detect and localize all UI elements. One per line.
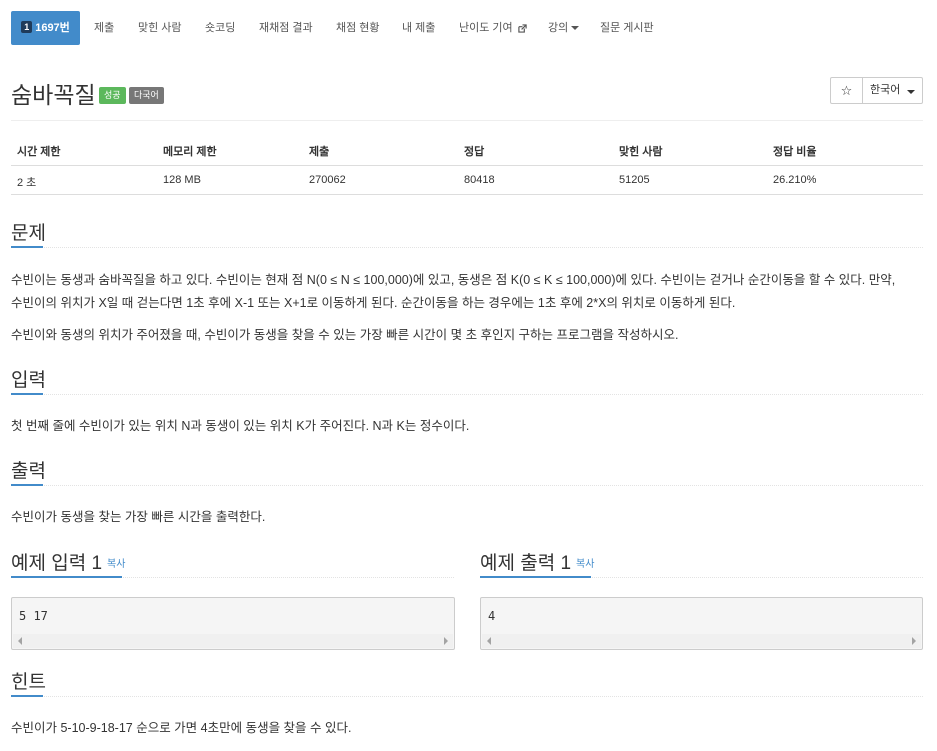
table-cell-accept-ratio: 26.210% bbox=[773, 174, 817, 186]
table-header-divider bbox=[11, 165, 923, 166]
problem-text-line-1: 수빈이는 동생과 숨바꼭질을 하고 있다. 수빈이는 현재 점 N(0 ≤ N … bbox=[11, 273, 896, 287]
top-nav: 1 1697번 제출 맞힌 사람 숏코딩 재채점 결과 채점 현황 내 제출 난이… bbox=[0, 0, 937, 56]
nav-problem-number[interactable]: 1 1697번 bbox=[11, 11, 80, 45]
section-underline bbox=[480, 576, 591, 578]
hint-heading: 힌트 bbox=[11, 672, 46, 693]
section-divider bbox=[11, 247, 923, 248]
sample-input-title: 예제 입력 1 bbox=[11, 553, 103, 574]
problem-number-label: 1697번 bbox=[35, 22, 70, 34]
page-title: 숨바꼭질 bbox=[11, 82, 96, 108]
nav-submit[interactable]: 제출 bbox=[94, 11, 114, 45]
nav-difficulty-contribution[interactable]: 난이도 기여 bbox=[459, 11, 527, 45]
section-divider bbox=[11, 485, 923, 486]
output-description: 수빈이가 동생을 찾는 가장 빠른 시간을 출력한다. bbox=[11, 510, 266, 524]
nav-short-coding[interactable]: 숏코딩 bbox=[205, 11, 235, 45]
chevron-down-icon bbox=[571, 26, 580, 31]
sample-input-box[interactable]: 5 17 bbox=[11, 597, 455, 650]
problem-heading: 문제 bbox=[11, 223, 46, 244]
table-header-accepted: 정답 bbox=[464, 146, 485, 158]
nav-qna-board[interactable]: 질문 게시판 bbox=[600, 11, 654, 45]
nav-status[interactable]: 채점 현황 bbox=[336, 11, 380, 45]
nav-rejudge-results[interactable]: 재채점 결과 bbox=[259, 11, 313, 45]
table-header-solved-users: 맞힌 사람 bbox=[619, 146, 663, 158]
table-cell-time-limit: 2 초 bbox=[17, 177, 37, 189]
language-select-value: 한국어 bbox=[870, 84, 901, 96]
sample-input-heading: 예제 입력 1 복사 bbox=[11, 548, 125, 576]
section-underline bbox=[11, 695, 43, 697]
input-heading: 입력 bbox=[11, 370, 46, 391]
table-header-accept-ratio: 정답 비율 bbox=[773, 146, 817, 158]
title-divider bbox=[11, 120, 923, 121]
hint-text: 수빈이가 5-10-9-18-17 순으로 가면 4초만에 동생을 찾을 수 있… bbox=[11, 721, 352, 735]
problem-text-line-3: 수빈이와 동생의 위치가 주어졌을 때, 수빈이가 동생을 찾을 수 있는 가장… bbox=[11, 328, 679, 342]
nav-difficulty-label: 난이도 기여 bbox=[459, 22, 513, 34]
sample-input-value: 5 17 bbox=[19, 609, 48, 623]
favorite-star-button[interactable]: ☆ bbox=[830, 77, 863, 104]
sample-output-title: 예제 출력 1 bbox=[480, 553, 572, 574]
status-badge-success: 성공 bbox=[99, 87, 126, 104]
sample-output-value: 4 bbox=[488, 609, 496, 623]
table-cell-memory-limit: 128 MB bbox=[163, 174, 201, 186]
horizontal-scrollbar[interactable] bbox=[482, 634, 921, 648]
nav-accepted-users[interactable]: 맞힌 사람 bbox=[138, 11, 182, 45]
section-underline bbox=[11, 246, 43, 248]
table-cell-accepted: 80418 bbox=[464, 174, 495, 186]
nav-lectures-dropdown[interactable]: 강의 bbox=[548, 11, 580, 45]
section-underline bbox=[11, 393, 43, 395]
output-heading: 출력 bbox=[11, 461, 46, 482]
problem-level-icon: 1 bbox=[21, 21, 33, 34]
input-description: 첫 번째 줄에 수빈이가 있는 위치 N과 동생이 있는 위치 K가 주어진다.… bbox=[11, 419, 470, 433]
section-divider bbox=[11, 696, 923, 697]
scroll-left-icon[interactable] bbox=[487, 637, 491, 645]
sample-output-box[interactable]: 4 bbox=[480, 597, 923, 650]
scroll-right-icon[interactable] bbox=[444, 637, 448, 645]
copy-sample-input-button[interactable]: 복사 bbox=[107, 559, 125, 570]
copy-sample-output-button[interactable]: 복사 bbox=[576, 559, 594, 570]
table-cell-submissions: 270062 bbox=[309, 174, 346, 186]
external-link-icon bbox=[518, 23, 527, 33]
horizontal-scrollbar[interactable] bbox=[13, 634, 453, 648]
section-underline bbox=[11, 576, 122, 578]
section-divider bbox=[11, 394, 923, 395]
chevron-down-icon bbox=[907, 90, 915, 94]
table-bottom-divider bbox=[11, 194, 923, 195]
table-header-time-limit: 시간 제한 bbox=[17, 146, 61, 158]
table-cell-solved-users: 51205 bbox=[619, 174, 650, 186]
language-select-button[interactable]: 한국어 bbox=[862, 77, 923, 104]
status-badge-multilingual: 다국어 bbox=[129, 87, 164, 104]
section-underline bbox=[11, 484, 43, 486]
table-header-submissions: 제출 bbox=[309, 146, 330, 158]
problem-text-line-2: 수빈이의 위치가 X일 때 걷는다면 1초 후에 X-1 또는 X+1로 이동하… bbox=[11, 296, 736, 310]
scroll-left-icon[interactable] bbox=[18, 637, 22, 645]
nav-lectures-label: 강의 bbox=[548, 22, 569, 34]
sample-output-heading: 예제 출력 1 복사 bbox=[480, 548, 594, 576]
star-icon: ☆ bbox=[840, 83, 853, 98]
nav-my-submissions[interactable]: 내 제출 bbox=[402, 11, 435, 45]
table-header-memory-limit: 메모리 제한 bbox=[163, 146, 217, 158]
scroll-right-icon[interactable] bbox=[912, 637, 916, 645]
